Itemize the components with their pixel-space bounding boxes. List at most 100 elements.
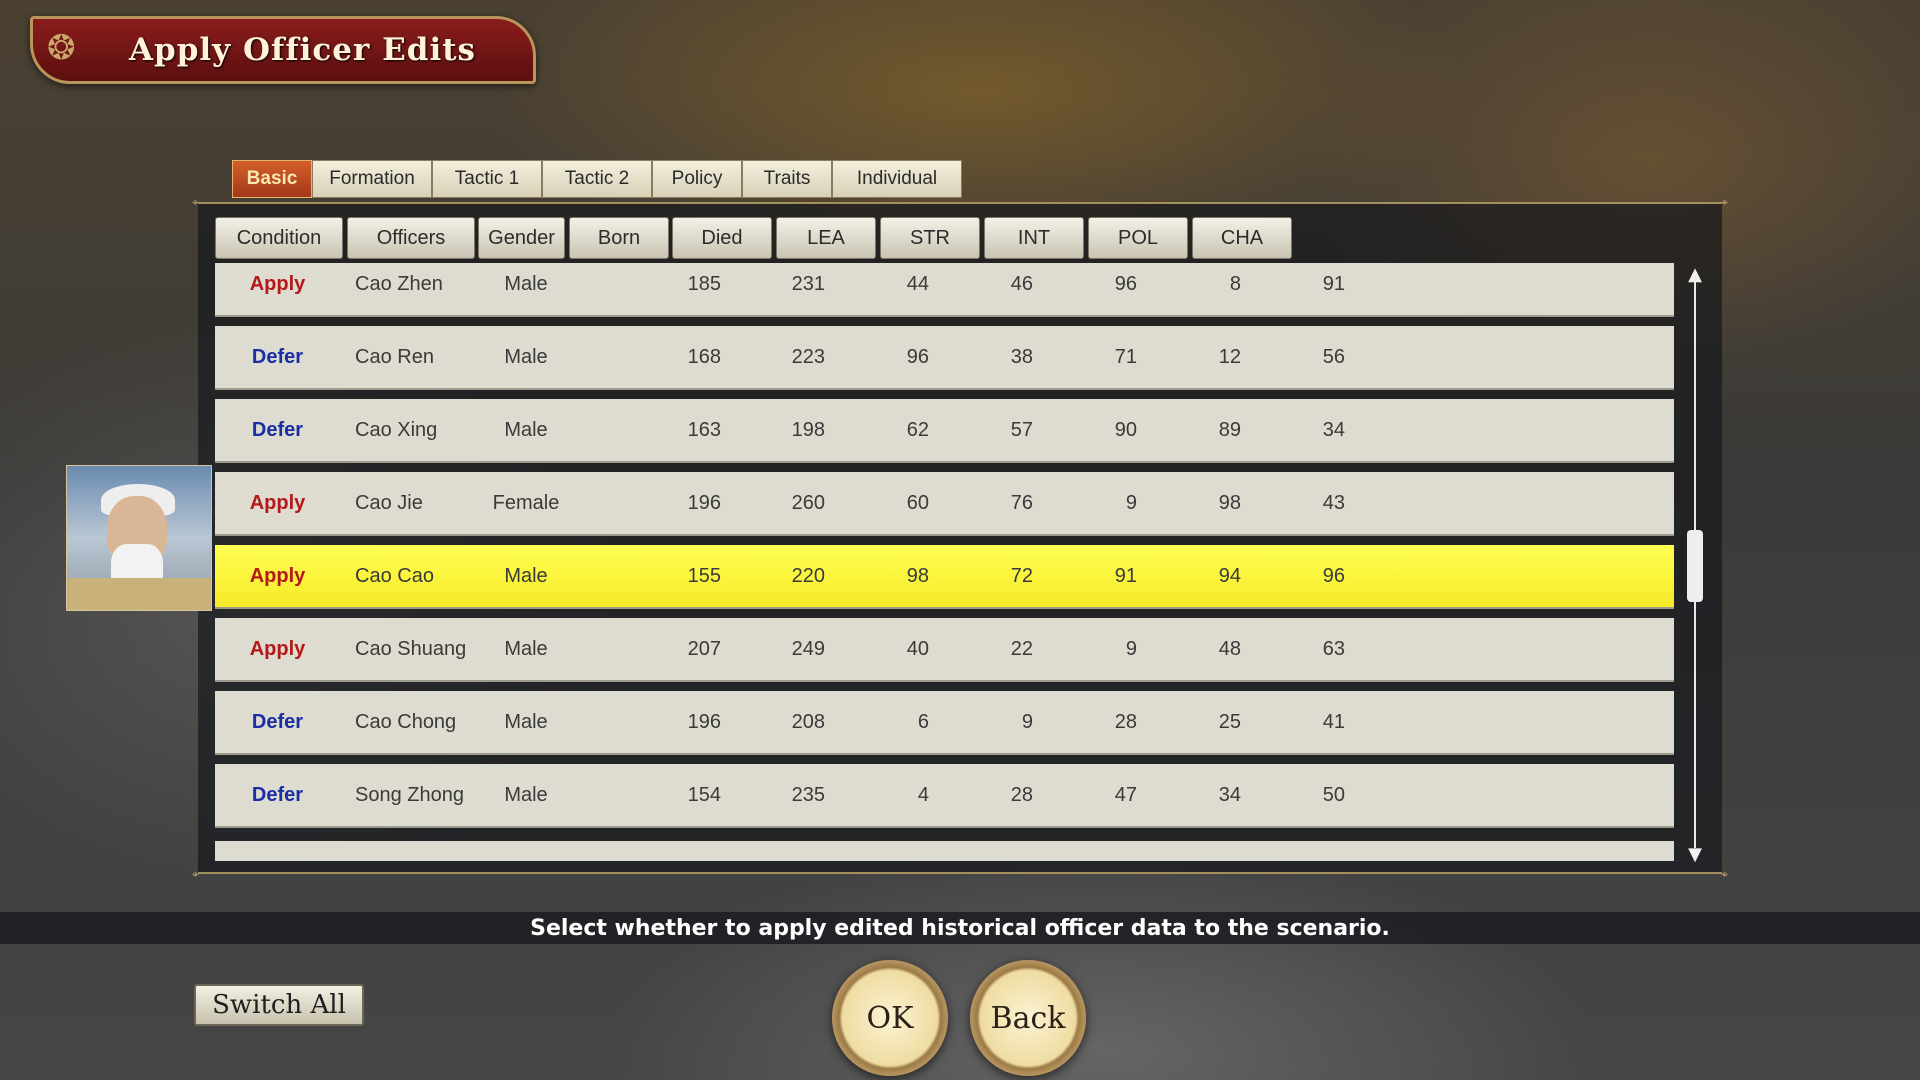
column-header-cha[interactable]: CHA — [1192, 217, 1292, 259]
column-header-died[interactable]: Died — [672, 217, 772, 259]
table-row[interactable]: Defer Cao Xing Male 163 198 62 57 90 89 34 — [215, 399, 1674, 463]
table-row[interactable]: Apply Cao Zhen Male 185 231 44 46 96 8 91 — [215, 263, 1674, 317]
officer-str: 57 — [1010, 418, 1033, 441]
officer-int: 96 — [1114, 272, 1137, 295]
officer-born: 196 — [687, 491, 721, 514]
back-button[interactable]: Back — [970, 960, 1086, 1076]
officer-cha: 56 — [1322, 345, 1345, 368]
officer-lea: 6 — [917, 710, 929, 733]
column-header-born[interactable]: Born — [569, 217, 669, 259]
officer-pol: 25 — [1218, 710, 1241, 733]
tab-individual[interactable]: Individual — [832, 160, 962, 198]
officer-cha: 34 — [1322, 418, 1345, 441]
arrow-up-icon[interactable]: ▲ — [1686, 266, 1704, 284]
table-row[interactable]: Defer Song Zhong Male 154 235 4 28 47 34 50 — [215, 764, 1674, 828]
officer-int: 9 — [1125, 491, 1137, 514]
officer-pol: 89 — [1218, 418, 1241, 441]
officer-cha: 91 — [1322, 272, 1345, 295]
tab-bar: Basic Formation Tactic 1 Tactic 2 Policy Trai… — [232, 160, 962, 198]
tab-policy[interactable]: Policy — [652, 160, 742, 198]
officer-lea: 98 — [906, 564, 929, 587]
officer-born: 155 — [687, 564, 721, 587]
table-row[interactable]: Apply Cao Shuang Male 207 249 40 22 9 48 63 — [215, 618, 1674, 682]
arrow-down-icon[interactable]: ▼ — [1686, 846, 1704, 864]
corner-ornament-icon: ⌖ — [192, 195, 199, 209]
officer-pol: 48 — [1218, 637, 1241, 660]
officer-cha: 50 — [1322, 783, 1345, 806]
officer-died: 198 — [791, 418, 825, 441]
tab-tactic-2[interactable]: Tactic 2 — [542, 160, 652, 198]
condition-toggle[interactable]: Defer — [215, 326, 340, 388]
hint-bar: Select whether to apply edited historica… — [0, 912, 1920, 944]
condition-toggle[interactable]: Apply — [215, 472, 340, 534]
scroll-thumb[interactable] — [1687, 530, 1703, 602]
officer-cha: 41 — [1322, 710, 1345, 733]
officer-born: 154 — [687, 783, 721, 806]
officer-died: 235 — [791, 783, 825, 806]
tab-tactic-1[interactable]: Tactic 1 — [432, 160, 542, 198]
officer-cha: 43 — [1322, 491, 1345, 514]
corner-ornament-icon: ⌖ — [1721, 195, 1728, 209]
column-header-pol[interactable]: POL — [1088, 217, 1188, 259]
column-header-int[interactable]: INT — [984, 217, 1084, 259]
condition-toggle[interactable]: Apply — [215, 545, 340, 607]
officer-died: 223 — [791, 345, 825, 368]
condition-toggle[interactable]: Apply — [215, 618, 340, 680]
table-row[interactable]: Apply Cao Jie Female 196 260 60 76 9 98 43 — [215, 472, 1674, 536]
screen-title-plate: ❂ Apply Officer Edits — [30, 16, 536, 84]
officer-lea: 40 — [906, 637, 929, 660]
officer-str: 9 — [1021, 710, 1033, 733]
officer-born: 185 — [687, 272, 721, 295]
table-row[interactable]: Defer Cao Chong Male 196 208 6 9 28 25 41 — [215, 691, 1674, 755]
column-header-condition[interactable]: Condition — [215, 217, 343, 259]
officer-gender: Male — [504, 710, 548, 733]
officer-gender: Male — [504, 345, 548, 368]
corner-ornament-icon: ⌖ — [1721, 867, 1728, 881]
officer-int: 9 — [1125, 637, 1137, 660]
officer-born: 196 — [687, 710, 721, 733]
officer-gender: Male — [504, 564, 548, 587]
vertical-scrollbar[interactable]: ▲ ▼ — [1686, 266, 1704, 866]
officer-str: 76 — [1010, 491, 1033, 514]
table-row[interactable]: Apply Cao Cao Male 155 220 98 72 91 94 96 — [215, 545, 1674, 609]
column-header-officers[interactable]: Officers — [347, 217, 475, 259]
officer-born: 207 — [687, 637, 721, 660]
officer-gender: Male — [504, 272, 548, 295]
officer-pol: 98 — [1218, 491, 1241, 514]
officer-died: 260 — [791, 491, 825, 514]
officer-died: 231 — [791, 272, 825, 295]
officer-gender: Female — [492, 491, 560, 514]
officer-int: 90 — [1114, 418, 1137, 441]
officer-gender: Male — [504, 783, 548, 806]
hint-text: Select whether to apply edited historica… — [530, 915, 1390, 941]
condition-toggle[interactable]: Apply — [215, 263, 340, 315]
table-row[interactable]: Defer Cao Ren Male 168 223 96 38 71 12 56 — [215, 326, 1674, 390]
column-header-str[interactable]: STR — [880, 217, 980, 259]
condition-toggle[interactable]: Defer — [215, 399, 340, 461]
officer-cha: 63 — [1322, 637, 1345, 660]
corner-ornament-icon: ⌖ — [192, 867, 199, 881]
officer-lea: 44 — [906, 272, 929, 295]
officer-int: 71 — [1114, 345, 1137, 368]
tab-formation[interactable]: Formation — [312, 160, 432, 198]
officer-pol: 12 — [1218, 345, 1241, 368]
officer-lea: 4 — [917, 783, 929, 806]
column-header-lea[interactable]: LEA — [776, 217, 876, 259]
officer-table-body: Apply Cao Zhen Male 185 231 44 46 96 8 91 Defer Cao… — [215, 263, 1675, 861]
tab-traits[interactable]: Traits — [742, 160, 832, 198]
officer-pol: 8 — [1229, 272, 1241, 295]
column-header-gender[interactable]: Gender — [478, 217, 565, 259]
condition-toggle[interactable]: Defer — [215, 691, 340, 753]
ok-button[interactable]: OK — [832, 960, 948, 1076]
officer-str: 38 — [1010, 345, 1033, 368]
tab-basic[interactable]: Basic — [232, 160, 312, 198]
officer-cha: 96 — [1322, 564, 1345, 587]
officer-portrait — [66, 465, 212, 611]
officer-lea: 96 — [906, 345, 929, 368]
officer-pol: 34 — [1218, 783, 1241, 806]
officer-str: 72 — [1010, 564, 1033, 587]
condition-toggle[interactable]: Defer — [215, 764, 340, 826]
officer-died: 220 — [791, 564, 825, 587]
officer-str: 22 — [1010, 637, 1033, 660]
switch-all-button[interactable]: Switch All — [194, 984, 364, 1026]
